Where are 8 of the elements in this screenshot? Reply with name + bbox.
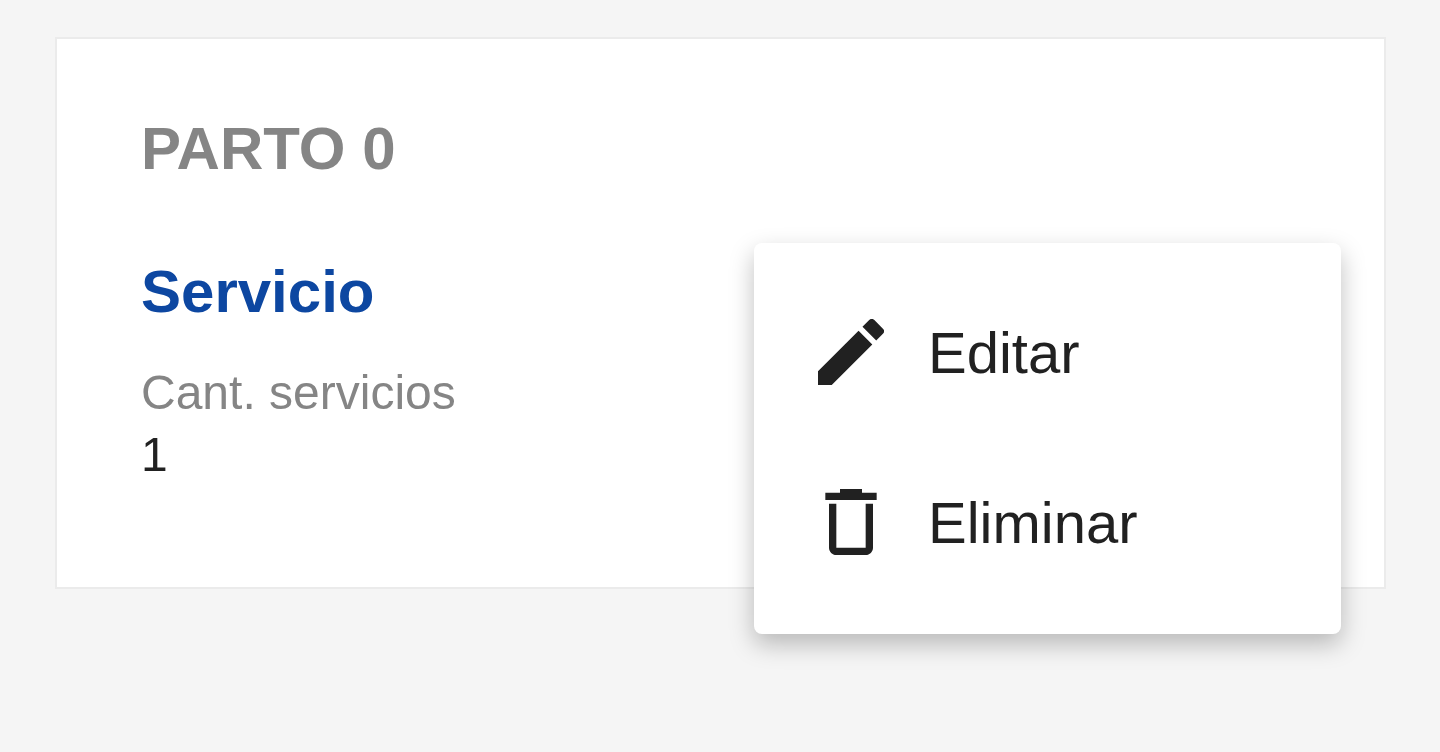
service-heading: Servicio xyxy=(141,257,375,327)
menu-item[interactable]: Eliminar xyxy=(754,437,1341,607)
field-value: 1 xyxy=(141,427,168,483)
field-label: Cant. servicios xyxy=(141,365,456,421)
pencil-icon xyxy=(818,319,884,385)
menu-item[interactable]: Editar xyxy=(754,267,1341,437)
card-title: PARTO 0 xyxy=(141,114,396,184)
trash-icon xyxy=(825,489,877,555)
